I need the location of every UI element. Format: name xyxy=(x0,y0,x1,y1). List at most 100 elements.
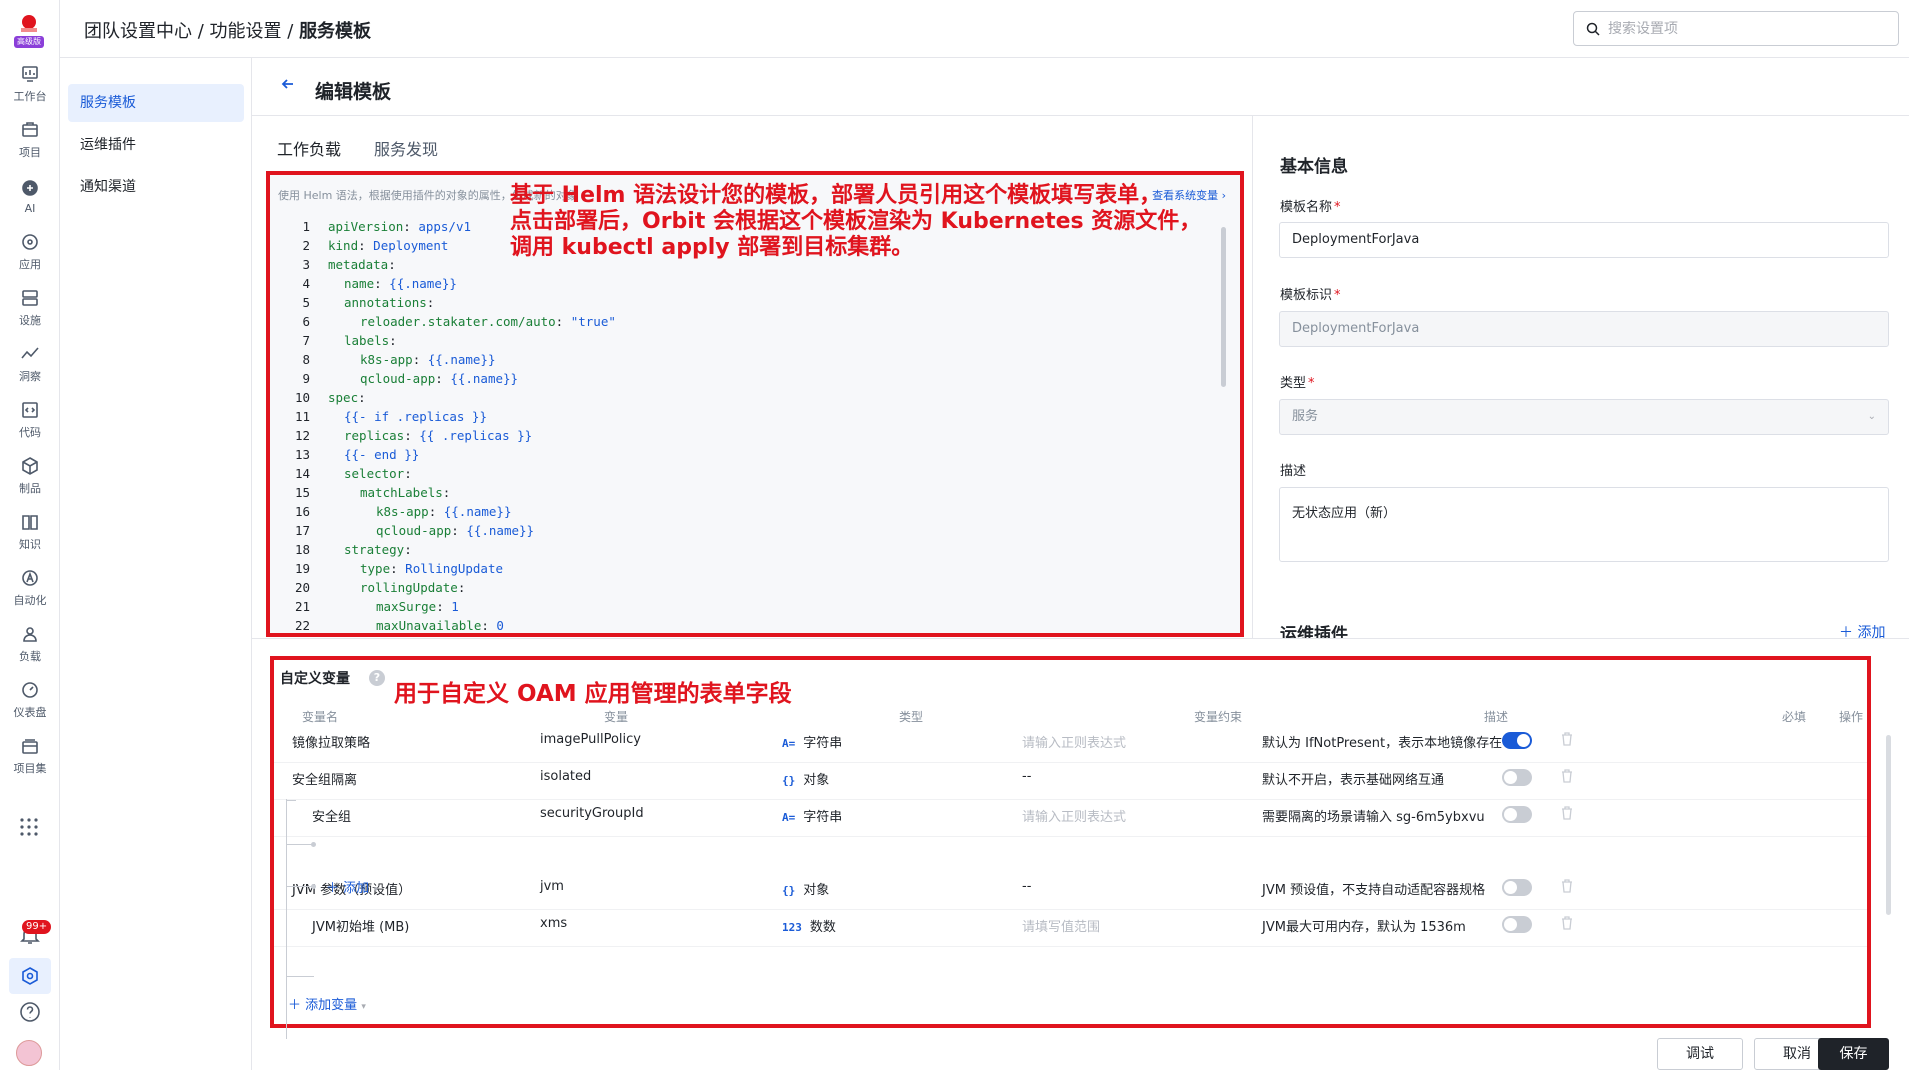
type-icon: {} xyxy=(782,884,796,897)
template-id-input: DeploymentForJava xyxy=(1279,311,1889,347)
trash-icon xyxy=(1562,732,1572,746)
save-button[interactable]: 保存 xyxy=(1818,1038,1889,1070)
type-label: 对象 xyxy=(803,883,830,898)
help-button[interactable] xyxy=(18,1000,42,1028)
dashboard-icon xyxy=(22,66,38,82)
help-circle-icon[interactable]: ? xyxy=(369,670,385,686)
code-text: replicas: {{ .replicas }} xyxy=(344,428,533,443)
rail-item-ai[interactable]: AI xyxy=(0,168,60,224)
required-toggle[interactable] xyxy=(1502,916,1532,933)
trash-icon xyxy=(1562,879,1572,893)
rail-item-infrastructure[interactable]: 设施 xyxy=(0,280,60,336)
delete-row-button[interactable] xyxy=(1560,731,1574,747)
type-select[interactable]: 服务 ⌄ xyxy=(1279,399,1889,435)
yaml-key: qcloud-app xyxy=(376,523,452,538)
rail-item-project[interactable]: 项目 xyxy=(0,112,60,168)
variable-description: JVM 预设值，不支持自动适配容器规格 xyxy=(1262,883,1486,898)
add-child-variable-button[interactable]: ＋ 添加 ▾ xyxy=(326,877,378,896)
tree-line xyxy=(286,976,314,977)
search-input[interactable] xyxy=(1608,20,1888,37)
delete-row-button[interactable] xyxy=(1560,768,1574,784)
rail-item-gauge[interactable]: 仪表盘 xyxy=(0,672,60,728)
variable-constraint: -- xyxy=(1022,769,1032,784)
rail-item-artifact[interactable]: 制品 xyxy=(0,448,60,504)
variable-constraint[interactable]: 请输入正则表达式 xyxy=(1022,732,1126,751)
tab-service-discovery[interactable]: 服务发现 xyxy=(374,136,438,160)
submenu-item-service-template[interactable]: 服务模板 xyxy=(68,84,244,122)
page-title-bar: 编辑模板 xyxy=(252,58,1909,116)
rail-item-app[interactable]: 应用 xyxy=(0,224,60,280)
variable-description: 默认为 IfNotPresent，表示本地镜像存在 xyxy=(1262,736,1503,751)
code-text: k8s-app: {{.name}} xyxy=(360,352,496,367)
breadcrumb-feature-settings[interactable]: 功能设置 xyxy=(210,21,282,42)
delete-row-button[interactable] xyxy=(1560,805,1574,821)
breadcrumb-team-settings[interactable]: 团队设置中心 xyxy=(84,21,192,42)
line-number: 14 xyxy=(294,466,310,481)
question-icon xyxy=(20,1002,40,1022)
code-text: {{- if .replicas }} xyxy=(344,407,487,426)
template-name-input[interactable]: DeploymentForJava xyxy=(1279,222,1889,258)
rail-item-knowledge[interactable]: 知识 xyxy=(0,504,60,560)
variables-annotation: 用于自定义 OAM 应用管理的表单字段 xyxy=(394,681,792,707)
variable-constraint[interactable]: 请输入正则表达式 xyxy=(1022,806,1126,825)
settings-search-box[interactable] xyxy=(1573,11,1899,46)
description-label: 描述 xyxy=(1280,464,1307,479)
variable-constraint[interactable]: 请填写值范围 xyxy=(1022,916,1100,935)
variable-row[interactable]: JVM初始堆 (MB) xms 123 数数 请填写值范围 JVM最大可用内存，默认为 1… xyxy=(274,902,1867,947)
notification-bell[interactable]: 99+ xyxy=(16,920,52,948)
required-toggle[interactable] xyxy=(1502,769,1532,786)
settings-button[interactable] xyxy=(9,958,51,994)
trash-icon xyxy=(1562,769,1572,783)
rail-label: AI xyxy=(24,201,36,215)
rail-item-insight[interactable]: 洞察 xyxy=(0,336,60,392)
line-number: 22 xyxy=(294,618,310,633)
submenu-item-notify-channel[interactable]: 通知渠道 xyxy=(68,168,244,206)
automation-icon xyxy=(22,570,38,586)
yaml-value: {{.name}} xyxy=(389,276,457,291)
variable-name: 安全组隔离 xyxy=(292,773,358,788)
required-toggle[interactable] xyxy=(1502,879,1532,896)
tree-line xyxy=(286,804,287,944)
annotation-line: 点击部署后，Orbit 会根据这个模板渲染为 Kubernetes 资源文件， xyxy=(510,209,1202,234)
variable-row[interactable]: 安全组 securityGroupId A= 字符串 请输入正则表达式 需要隔离的场景请输… xyxy=(274,792,1867,837)
plus-icon: ＋ xyxy=(326,881,340,896)
variables-scrollbar[interactable] xyxy=(1886,735,1891,915)
yaml-value: RollingUpdate xyxy=(405,561,504,576)
template-editor: 使用 Helm 语法，根据使用插件的对象的属性，生成新的对象 查看系统变量 › … xyxy=(266,171,1244,637)
rail-item-program[interactable]: 项目集 xyxy=(0,728,60,784)
type-select-value: 服务 xyxy=(1292,409,1319,424)
add-variable-label: 添加变量 xyxy=(305,998,358,1013)
code-text: maxUnavailable: 0 xyxy=(376,618,504,633)
rail-item-dashboard[interactable]: 工作台 xyxy=(0,56,60,112)
line-number: 10 xyxy=(294,390,310,405)
delete-row-button[interactable] xyxy=(1560,915,1574,931)
code-area[interactable]: 1 apiVersion: apps/v1 2 kind: Deployment 3 me… xyxy=(270,217,1230,633)
rail-item-workload[interactable]: 负载 xyxy=(0,616,60,672)
add-variable-button[interactable]: ＋ 添加变量 ▾ xyxy=(288,994,366,1013)
yaml-value: {{.name}} xyxy=(450,371,519,386)
rail-item-code[interactable]: 代码 xyxy=(0,392,60,448)
user-avatar[interactable] xyxy=(16,1040,42,1066)
code-text: name: {{.name}} xyxy=(344,276,457,291)
yaml-key: k8s-app xyxy=(376,504,429,519)
delete-row-button[interactable] xyxy=(1560,878,1574,894)
tab-workload[interactable]: 工作负载 xyxy=(277,136,341,160)
trash-icon xyxy=(1562,916,1572,930)
artifact-icon xyxy=(22,457,38,475)
yaml-value: "true" xyxy=(570,314,616,329)
required-toggle[interactable] xyxy=(1502,732,1532,749)
code-text: matchLabels: xyxy=(360,485,458,500)
rail-item-automation[interactable]: 自动化 xyxy=(0,560,60,616)
back-button[interactable] xyxy=(280,76,300,96)
description-textarea[interactable]: 无状态应用（新） xyxy=(1279,487,1889,562)
line-number: 17 xyxy=(294,523,310,538)
apps-grid-icon[interactable] xyxy=(17,815,41,843)
required-toggle[interactable] xyxy=(1502,806,1532,823)
brand-logo[interactable]: 高级版 xyxy=(10,10,48,48)
settings-submenu: 服务模板 运维插件 通知渠道 xyxy=(60,58,252,1070)
submenu-item-ops-plugin[interactable]: 运维插件 xyxy=(68,126,244,164)
ai-icon xyxy=(22,179,38,196)
debug-button[interactable]: 调试 xyxy=(1657,1038,1743,1070)
app-icon xyxy=(22,234,38,250)
code-text: metadata: xyxy=(328,257,404,272)
